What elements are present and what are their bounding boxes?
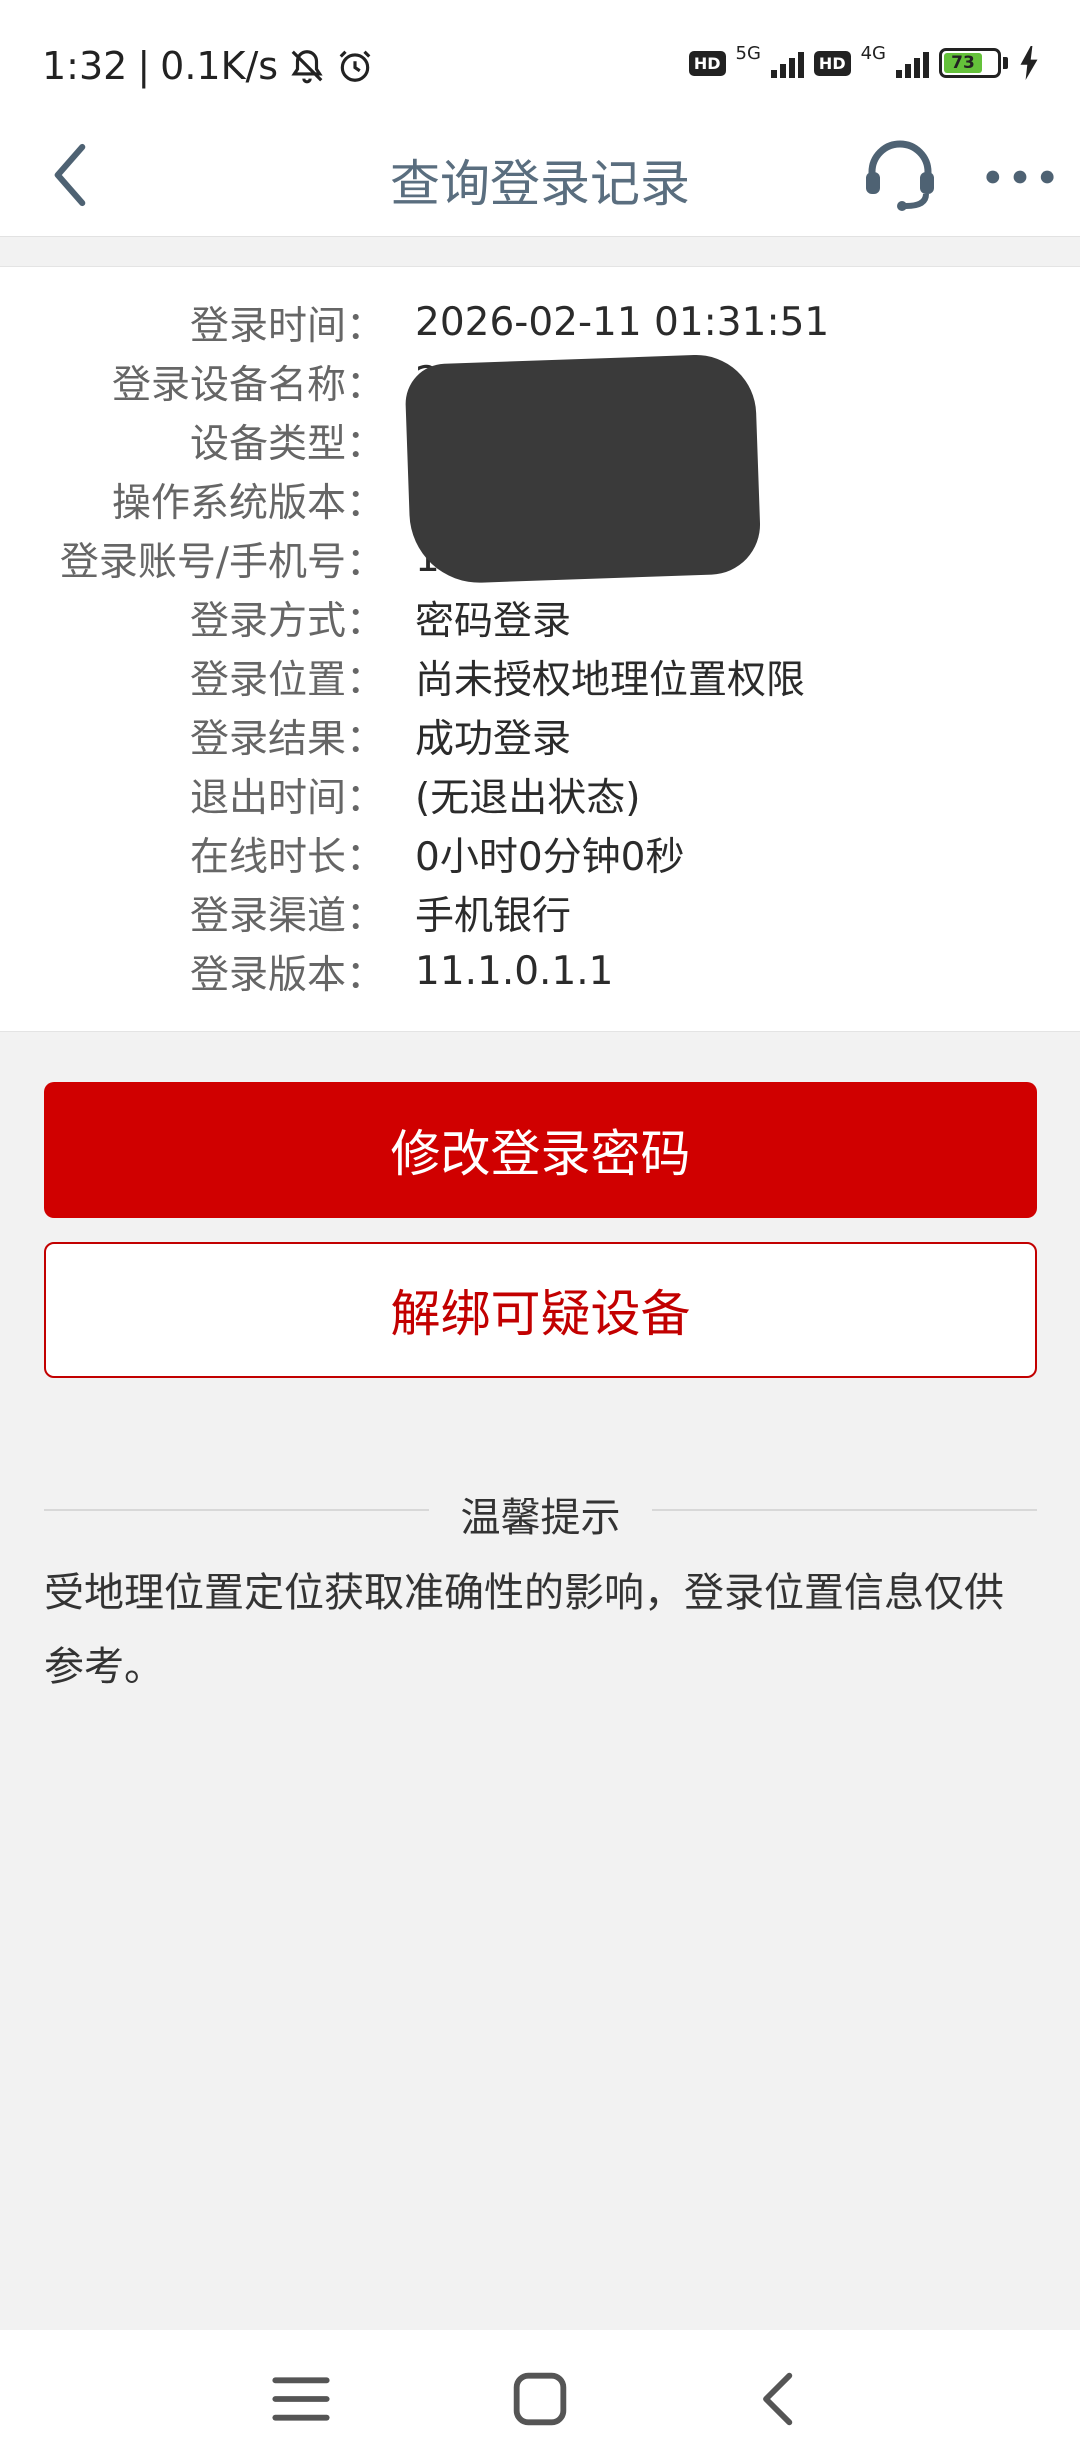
- info-label: 登录时间：: [189, 303, 385, 349]
- login-record-card: 登录时间： 2026-02-11 01:31:51 登录设备名称： 2 设备类型…: [0, 266, 1080, 1032]
- info-row-login-result: 登录结果： 成功登录: [0, 706, 1080, 765]
- info-value: 11.1.0.1.1: [415, 949, 614, 994]
- app-header: 查询登录记录: [0, 116, 1080, 237]
- info-value: 2026-02-11 01:31:51: [415, 300, 830, 345]
- info-label: 登录版本：: [189, 952, 385, 998]
- info-row-login-version: 登录版本： 11.1.0.1.1: [0, 942, 1080, 1001]
- info-value: (无退出状态): [415, 775, 641, 821]
- info-label: 登录方式：: [189, 598, 385, 644]
- battery-level: 73: [951, 53, 975, 73]
- signal-icon: [770, 48, 804, 78]
- info-row-login-location: 登录位置： 尚未授权地理位置权限: [0, 647, 1080, 706]
- sim1-network-label: 5G: [735, 42, 761, 64]
- status-separator: |: [137, 44, 151, 88]
- info-row-login-time: 登录时间： 2026-02-11 01:31:51: [0, 293, 1080, 352]
- info-row-logout-time: 退出时间： (无退出状态): [0, 765, 1080, 824]
- back-nav-icon[interactable]: [745, 2364, 815, 2434]
- sim2-hd-badge: HD: [813, 50, 851, 76]
- info-label: 登录设备名称：: [111, 362, 385, 408]
- tips-header: 温馨提示: [44, 1485, 1037, 1541]
- info-label: 登录账号/手机号：: [59, 539, 385, 585]
- info-value: 0小时0分钟0秒: [415, 834, 685, 880]
- tips-title: 温馨提示: [460, 1495, 621, 1541]
- headset-icon[interactable]: [860, 134, 940, 214]
- info-row-login-method: 登录方式： 密码登录: [0, 588, 1080, 647]
- info-value: 密码登录: [415, 598, 572, 644]
- divider-right: [652, 1509, 1037, 1511]
- sim2-network-label: 4G: [860, 42, 886, 64]
- info-label: 登录位置：: [189, 657, 385, 703]
- battery-body: 73: [939, 48, 1001, 78]
- system-nav-bar: [0, 2330, 1080, 2460]
- info-label: 操作系统版本：: [111, 480, 385, 526]
- sim1-hd-badge: HD: [688, 50, 726, 76]
- charging-icon: [1020, 46, 1038, 80]
- tips-text: 受地理位置定位获取准确性的影响，登录位置信息仅供参考。: [44, 1570, 1004, 1690]
- info-value: 成功登录: [415, 716, 572, 762]
- status-left: 1:32 | 0.1K/s: [42, 44, 374, 88]
- redaction-scribble: [404, 352, 762, 586]
- change-password-button[interactable]: 修改登录密码: [44, 1082, 1037, 1218]
- home-icon[interactable]: [505, 2364, 575, 2434]
- battery-cap: [1003, 57, 1008, 69]
- battery-icon: 73: [939, 48, 1008, 78]
- info-label: 登录渠道：: [189, 893, 385, 939]
- info-value: 尚未授权地理位置权限: [415, 657, 806, 703]
- status-time: 1:32: [42, 44, 128, 88]
- info-label: 在线时长：: [189, 834, 385, 880]
- status-right: HD 5G HD 4G 73: [688, 42, 1040, 80]
- bell-muted-icon: [291, 50, 323, 84]
- info-label: 设备类型：: [189, 421, 385, 467]
- menu-icon[interactable]: [266, 2364, 336, 2434]
- signal-icon: [896, 48, 929, 78]
- info-label: 登录结果：: [189, 716, 385, 762]
- info-row-login-channel: 登录渠道： 手机银行: [0, 883, 1080, 942]
- more-icon[interactable]: [980, 152, 1060, 202]
- info-value: 手机银行: [415, 893, 572, 939]
- info-label: 退出时间：: [189, 775, 385, 821]
- battery-fill: 73: [944, 53, 982, 73]
- status-net-speed: 0.1K/s: [160, 44, 279, 88]
- unbind-device-button[interactable]: 解绑可疑设备: [44, 1242, 1037, 1378]
- info-row-online-duration: 在线时长： 0小时0分钟0秒: [0, 824, 1080, 883]
- alarm-icon: [339, 50, 371, 82]
